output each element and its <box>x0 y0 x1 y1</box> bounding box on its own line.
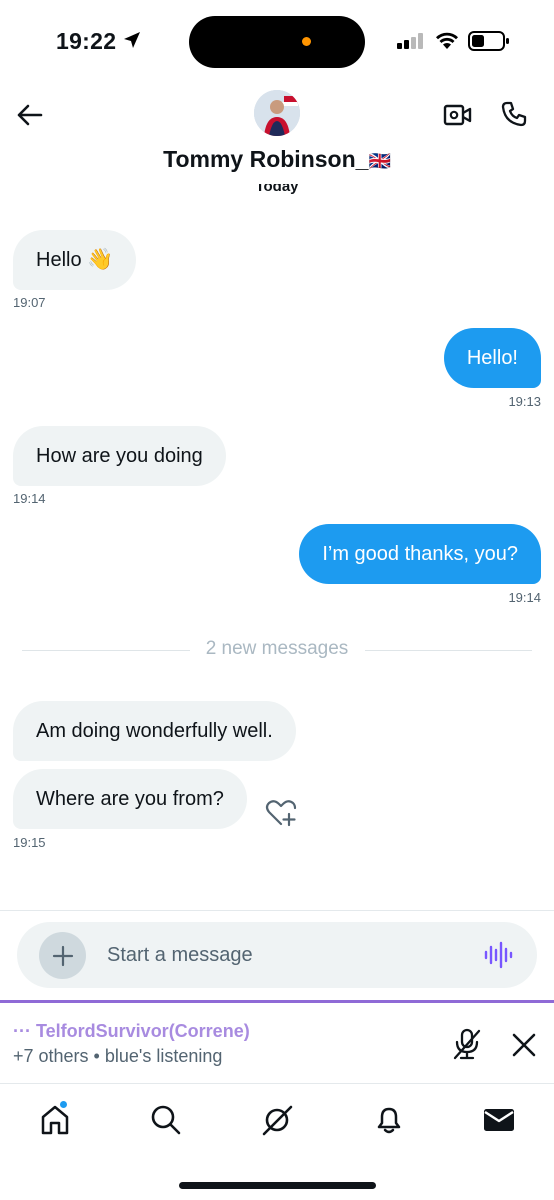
nav-home[interactable] <box>37 1100 73 1138</box>
nav-messages[interactable] <box>481 1102 517 1138</box>
nav-notifications[interactable] <box>371 1102 407 1138</box>
space-host-name: TelfordSurvivor(Correne) <box>36 1021 250 1041</box>
avatar-image <box>254 90 300 136</box>
message-bubble-outgoing[interactable]: Hello! <box>443 328 541 388</box>
privacy-indicator <box>302 37 311 46</box>
bell-icon <box>377 1107 401 1134</box>
live-space-bar[interactable]: ··· TelfordSurvivor(Correne) +7 others •… <box>0 1000 554 1083</box>
contact-name-text: Tommy Robinson_ <box>163 146 369 172</box>
phone-icon <box>501 101 527 127</box>
arrow-left-icon <box>17 104 43 126</box>
close-icon[interactable] <box>510 1031 538 1059</box>
voice-message-icon[interactable] <box>483 941 513 969</box>
date-separator: Today <box>255 184 299 195</box>
message-text: Where are you from? <box>36 788 224 810</box>
voice-call-button[interactable] <box>496 96 532 132</box>
divider-line-right <box>365 650 532 651</box>
dynamic-island <box>189 16 365 68</box>
message-text: Hello <box>36 249 82 271</box>
space-listeners: +7 others • blue's listening <box>13 1046 223 1066</box>
add-reaction-heart-icon[interactable] <box>264 798 298 828</box>
mail-icon <box>484 1109 514 1131</box>
video-call-button[interactable] <box>440 98 476 132</box>
message-timestamp: 19:13 <box>508 394 541 409</box>
composer-divider <box>0 910 554 911</box>
home-indicator <box>179 1182 376 1189</box>
home-icon <box>41 1105 69 1135</box>
grok-icon <box>262 1105 293 1136</box>
message-timestamp: 19:15 <box>13 835 46 850</box>
video-camera-icon <box>443 104 472 126</box>
message-bubble-outgoing[interactable]: I’m good thanks, you? <box>299 524 541 584</box>
mic-muted-icon[interactable] <box>450 1027 484 1061</box>
message-composer <box>17 922 537 988</box>
plus-icon <box>52 945 73 966</box>
wifi-icon <box>436 32 458 49</box>
waving-hand-emoji: 👋 <box>87 248 114 271</box>
nav-grok[interactable] <box>259 1102 295 1138</box>
message-bubble-incoming[interactable]: Where are you from? <box>13 769 247 829</box>
uk-flag-emoji: 🇬🇧 <box>368 151 391 171</box>
message-text: How are you doing <box>36 445 203 467</box>
message-text: Hello! <box>466 347 518 369</box>
add-media-button[interactable] <box>39 932 86 979</box>
avatar[interactable] <box>254 90 300 136</box>
message-timestamp: 19:14 <box>13 491 46 506</box>
conversation-header: Tommy Robinson_🇬🇧 <box>0 86 554 196</box>
message-input[interactable] <box>107 922 447 988</box>
message-bubble-incoming[interactable]: Hello 👋 <box>13 230 137 290</box>
space-dots: ··· <box>13 1021 31 1041</box>
status-bar: 19:22 <box>0 0 554 86</box>
cellular-signal-icon <box>397 33 423 49</box>
new-messages-divider: 2 new messages <box>205 638 349 659</box>
message-text: I’m good thanks, you? <box>322 543 518 565</box>
message-timestamp: 19:07 <box>13 295 46 310</box>
contact-name[interactable]: Tommy Robinson_🇬🇧 <box>0 146 554 173</box>
back-button[interactable] <box>12 98 46 132</box>
status-time: 19:22 <box>56 28 117 54</box>
message-timestamp: 19:14 <box>508 590 541 605</box>
message-bubble-incoming[interactable]: How are you doing <box>13 426 226 486</box>
message-bubble-incoming[interactable]: Am doing wonderfully well. <box>13 701 296 761</box>
notification-dot <box>59 1100 68 1109</box>
search-icon <box>151 1105 181 1135</box>
location-arrow-icon <box>124 32 140 48</box>
nav-search[interactable] <box>148 1102 184 1138</box>
space-host: ··· TelfordSurvivor(Correne) <box>13 1021 250 1042</box>
battery-icon <box>468 31 509 51</box>
message-text: Am doing wonderfully well. <box>36 720 273 742</box>
